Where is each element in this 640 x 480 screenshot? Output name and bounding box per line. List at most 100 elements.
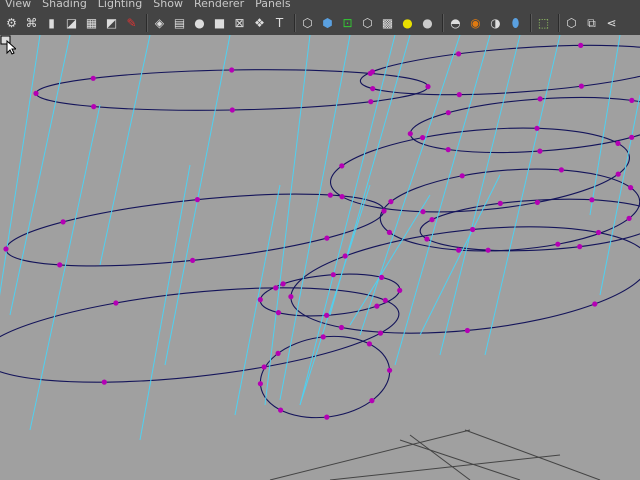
nurbs-curve bbox=[290, 226, 640, 334]
cv-point bbox=[595, 229, 602, 236]
cv-point bbox=[324, 414, 330, 420]
cv-point bbox=[57, 262, 63, 268]
menu-shading[interactable]: Shading bbox=[42, 0, 87, 10]
hull-line bbox=[99, 35, 151, 266]
select-camera-icon[interactable]: ⚙ bbox=[3, 15, 20, 32]
cv-point bbox=[339, 194, 345, 200]
toolbar-separator bbox=[442, 14, 444, 32]
wireframe-icon[interactable]: ◈ bbox=[151, 15, 168, 32]
cv-point bbox=[60, 219, 66, 225]
bounding-box-icon[interactable]: ⊠ bbox=[231, 15, 248, 32]
cv-point bbox=[379, 274, 385, 280]
toolbar-separator bbox=[558, 14, 560, 32]
cv-point bbox=[629, 134, 635, 140]
grid-icon[interactable]: ▦ bbox=[83, 15, 100, 32]
isolate-select-icon[interactable]: ⬡ bbox=[299, 15, 316, 32]
cv-point bbox=[628, 185, 634, 191]
cv-point bbox=[425, 84, 431, 90]
cv-point bbox=[485, 247, 491, 253]
cv-point bbox=[456, 92, 462, 98]
hull-line bbox=[439, 35, 521, 356]
motion-blur-icon[interactable]: ◉ bbox=[467, 15, 484, 32]
cv-point bbox=[101, 379, 107, 385]
cv-point bbox=[429, 217, 435, 223]
cv-point bbox=[3, 246, 9, 252]
xray-icon[interactable]: ⬢ bbox=[319, 15, 336, 32]
hull-line bbox=[0, 35, 41, 297]
ground-grid-line bbox=[409, 434, 471, 480]
nurbs-curve bbox=[259, 335, 391, 419]
cv-point bbox=[261, 364, 267, 370]
cv-point bbox=[377, 330, 384, 336]
cv-point bbox=[280, 281, 286, 287]
shadows-icon[interactable]: ● bbox=[419, 15, 436, 32]
ground-grid-line bbox=[464, 429, 601, 480]
cv-point bbox=[194, 197, 200, 203]
hull-line bbox=[419, 174, 501, 336]
perspective-viewport[interactable] bbox=[0, 35, 640, 480]
film-gate-icon[interactable]: ◩ bbox=[103, 15, 120, 32]
checker-icon[interactable]: ▩ bbox=[379, 15, 396, 32]
menu-view[interactable]: View bbox=[5, 0, 31, 10]
cv-point bbox=[257, 297, 263, 303]
textured-icon[interactable]: T bbox=[271, 15, 288, 32]
cv-point bbox=[342, 253, 348, 259]
xray-joints-icon[interactable]: ⊡ bbox=[339, 15, 356, 32]
depth-of-field-icon[interactable]: ⬮ bbox=[507, 15, 524, 32]
cv-point bbox=[388, 199, 394, 205]
nurbs-curve bbox=[379, 168, 640, 252]
cv-point bbox=[534, 125, 540, 131]
wireframe-on-shaded-icon[interactable]: ▤ bbox=[171, 15, 188, 32]
select-tool-icon[interactable]: ⬚ bbox=[535, 15, 552, 32]
hull-line bbox=[264, 35, 311, 406]
cv-point bbox=[320, 334, 326, 340]
menu-renderer[interactable]: Renderer bbox=[194, 0, 244, 10]
cv-point bbox=[339, 163, 345, 169]
smooth-shade-icon[interactable]: ● bbox=[191, 15, 208, 32]
cv-point bbox=[578, 83, 585, 89]
cv-point bbox=[615, 140, 621, 146]
use-all-lights-icon[interactable]: ● bbox=[399, 15, 416, 32]
hull-line bbox=[139, 164, 191, 441]
camera-attributes-icon[interactable]: ⌘ bbox=[23, 15, 40, 32]
hull-line bbox=[299, 184, 371, 406]
cv-point bbox=[273, 285, 279, 291]
cv-point bbox=[578, 42, 584, 48]
cv-point bbox=[497, 200, 503, 206]
nurbs-curve bbox=[419, 198, 640, 252]
screen-space-ao-icon[interactable]: ◓ bbox=[447, 15, 464, 32]
image-plane-icon[interactable]: ◪ bbox=[63, 15, 80, 32]
use-default-material-icon[interactable]: ❖ bbox=[251, 15, 268, 32]
cv-point bbox=[386, 229, 392, 235]
cv-point bbox=[257, 381, 263, 387]
menu-lighting[interactable]: Lighting bbox=[98, 0, 142, 10]
multisample-aa-icon[interactable]: ◑ bbox=[487, 15, 504, 32]
cv-point bbox=[537, 148, 543, 154]
resolution-gate-icon[interactable]: ✎ bbox=[123, 15, 140, 32]
cv-point bbox=[370, 86, 376, 92]
cv-point bbox=[537, 96, 543, 102]
flat-shade-icon[interactable]: ■ bbox=[211, 15, 228, 32]
hull-line bbox=[394, 35, 491, 366]
cv-point bbox=[626, 215, 632, 221]
share-icon[interactable]: ⋖ bbox=[603, 15, 620, 32]
hull-line bbox=[234, 184, 281, 416]
hull-line bbox=[589, 35, 621, 216]
cv-point bbox=[190, 257, 196, 263]
panel-toolbar: ⚙ ⌘ ▮ ◪ ▦ ◩ ✎ ◈ ▤ ● ■ ⊠ ❖ T ⬡ ⬢ ⊡ ⬡ ▩ ● ● ◓ ◉ ◑ ⬮ ⬚ ⬡ ⧉ ⋖ bbox=[0, 11, 640, 35]
panel-layout-icon[interactable]: ⧉ bbox=[583, 15, 600, 32]
cv-point bbox=[577, 244, 583, 250]
nurbs-curves-scene[interactable] bbox=[0, 35, 640, 480]
hud-icon[interactable]: ⬡ bbox=[563, 15, 580, 32]
menu-show[interactable]: Show bbox=[153, 0, 183, 10]
menu-panels[interactable]: Panels bbox=[255, 0, 290, 10]
bookmarks-icon[interactable]: ▮ bbox=[43, 15, 60, 32]
cv-point bbox=[445, 147, 451, 153]
cv-point bbox=[288, 294, 294, 300]
cv-point bbox=[275, 310, 281, 316]
xray-components-icon[interactable]: ⬡ bbox=[359, 15, 376, 32]
hull-line bbox=[9, 35, 71, 316]
cv-point bbox=[420, 135, 426, 141]
cv-point bbox=[229, 67, 235, 73]
cv-point bbox=[90, 75, 96, 81]
